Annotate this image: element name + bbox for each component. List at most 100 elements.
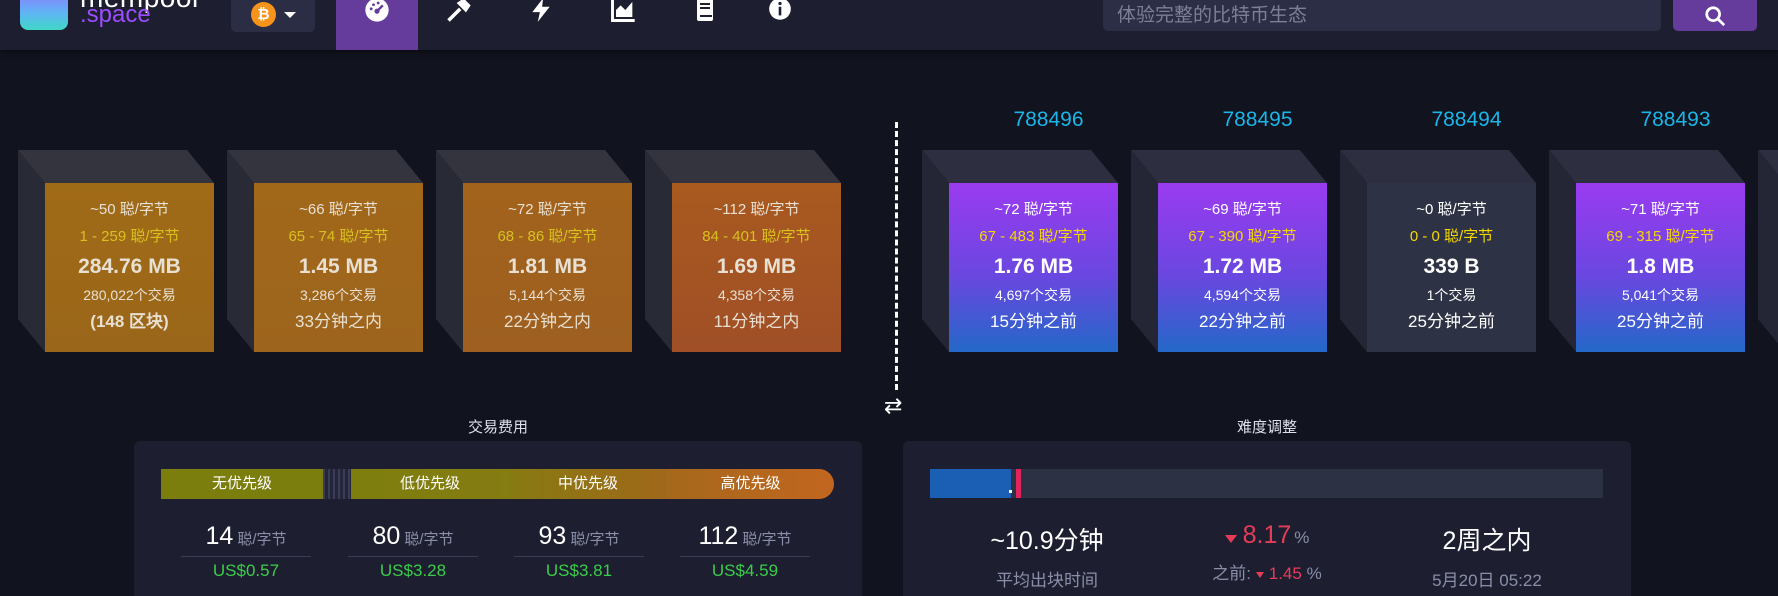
block-fee-range: 69 - 315 聪/字节 xyxy=(1606,228,1715,245)
block-tx-count: 1个交易 xyxy=(1426,287,1477,303)
block-tx-count: 5,041个交易 xyxy=(1621,287,1700,303)
block-size: 1.81 MB xyxy=(507,255,588,278)
block-height[interactable]: 788493 xyxy=(1591,108,1760,132)
fee-low-priority: 80 聪/字节 US$3.28 xyxy=(333,522,493,581)
difficulty-panel-title: 难度调整 xyxy=(1236,419,1297,436)
fee-usd: US$3.81 xyxy=(545,561,613,580)
block-size: 1.76 MB xyxy=(993,255,1074,278)
hammer-icon xyxy=(447,0,471,22)
search-input[interactable] xyxy=(1103,0,1661,31)
network-selector[interactable]: ₿ xyxy=(231,0,315,32)
block-eta: 33分钟之内 xyxy=(295,312,382,331)
mempool-block[interactable]: ~50 聪/字节 1 - 259 聪/字节 284.76 MB 280,022个… xyxy=(18,150,214,352)
fee-unit: 聪/字节 xyxy=(237,531,287,548)
previous-label: 之前: xyxy=(1212,564,1252,583)
block-fee-range: 67 - 483 聪/字节 xyxy=(979,228,1088,245)
block-age: 25分钟之前 xyxy=(1617,312,1704,331)
fee-high-priority: 112 聪/字节 US$4.59 xyxy=(665,522,825,581)
block-eta: (148 区块) xyxy=(90,312,169,331)
fee-unit: 聪/字节 xyxy=(570,531,620,548)
block-median-fee: ~50 聪/字节 xyxy=(90,201,169,218)
avg-block-time-label: 平均出块时间 xyxy=(996,571,1098,590)
previous-change-value: 1.45 xyxy=(1268,564,1302,583)
block-median-fee: ~112 聪/字节 xyxy=(713,201,800,218)
block-height[interactable]: 788496 xyxy=(964,108,1133,132)
chevron-down-icon xyxy=(284,12,296,18)
block-eta: 11分钟之内 xyxy=(713,312,800,331)
nav-docs[interactable] xyxy=(664,0,746,50)
mined-block[interactable]: ~71 聪/字节 69 - 315 聪/字节 1.8 MB 5,041个交易 2… xyxy=(1549,150,1745,352)
block-median-fee: ~71 聪/字节 xyxy=(1621,201,1700,218)
fee-usd: US$0.57 xyxy=(212,561,280,580)
difficulty-eta-value: 2周之内 xyxy=(1442,527,1532,555)
fee-medium-priority: 93 聪/字节 US$3.81 xyxy=(499,522,659,581)
down-arrow-icon xyxy=(1224,534,1237,543)
difficulty-change-value: 8.17 xyxy=(1242,521,1292,549)
info-icon xyxy=(769,0,791,20)
mempool-block[interactable]: ~66 聪/字节 65 - 74 聪/字节 1.45 MB 3,286个交易 3… xyxy=(227,150,423,352)
mempool-logo-icon[interactable] xyxy=(20,0,68,30)
block-median-fee: ~0 聪/字节 xyxy=(1416,201,1487,218)
fee-unit: 聪/字节 xyxy=(742,531,792,548)
block-median-fee: ~69 聪/字节 xyxy=(1203,201,1282,218)
mempool-block[interactable]: ~72 聪/字节 68 - 86 聪/字节 1.81 MB 5,144个交易 2… xyxy=(436,150,632,352)
difficulty-change: 8.17% 之前: 1.45 % xyxy=(1212,521,1322,583)
block-tx-count: 4,594个交易 xyxy=(1203,287,1282,303)
fees-panel-title: 交易费用 xyxy=(467,419,528,436)
block-size: 284.76 MB xyxy=(78,255,181,278)
block-median-fee: ~66 聪/字节 xyxy=(299,201,378,218)
nav-mining[interactable] xyxy=(418,0,500,50)
difficulty-progress-fill xyxy=(930,469,1011,498)
avg-block-time-value: ~10.9分钟 xyxy=(990,527,1104,555)
nav-lightning[interactable] xyxy=(500,0,582,50)
block-tx-count: 3,286个交易 xyxy=(299,287,378,303)
mined-block[interactable]: ~72 聪/字节 67 - 483 聪/字节 1.76 MB 4,697个交易 … xyxy=(922,150,1118,352)
nav-graphs[interactable] xyxy=(582,0,664,50)
block-height[interactable]: 788495 xyxy=(1173,108,1342,132)
high-priority-segment: 高优先级 xyxy=(667,469,834,499)
mempool-chain-divider xyxy=(895,122,898,390)
difficulty-progress-bar[interactable] xyxy=(930,469,1603,498)
mempool-block[interactable]: ~112 聪/字节 84 - 401 聪/字节 1.69 MB 4,358个交易… xyxy=(645,150,841,352)
block-size: 1.69 MB xyxy=(716,255,797,278)
difficulty-expected-marker xyxy=(1016,469,1021,498)
block-median-fee: ~72 聪/字节 xyxy=(508,201,587,218)
block-median-fee: ~72 聪/字节 xyxy=(994,201,1073,218)
mined-block[interactable]: ~69 聪/字节 67 - 390 聪/字节 1.72 MB 4,594个交易 … xyxy=(1131,150,1327,352)
difficulty-eta: 2周之内 5月20日 05:22 xyxy=(1377,521,1597,591)
block-fee-range: 65 - 74 聪/字节 xyxy=(288,228,389,245)
block-age: 15分钟之前 xyxy=(990,312,1077,331)
block-age: 22分钟之前 xyxy=(1199,312,1286,331)
down-arrow-icon xyxy=(1255,571,1264,578)
fees-panel: 无优先级 低优先级 中优先级 高优先级 14 聪/字节 US$0.57 80 聪/字… xyxy=(134,441,862,596)
block-age: 25分钟之前 xyxy=(1408,312,1495,331)
medium-priority-segment: 中优先级 xyxy=(509,469,667,499)
fee-no-priority: 14 聪/字节 US$0.57 xyxy=(166,522,326,581)
fee-usd: US$3.28 xyxy=(379,561,447,580)
fee-rate: 14 xyxy=(205,522,234,550)
fee-usd: US$4.59 xyxy=(711,561,779,580)
no-priority-segment: 无优先级 xyxy=(161,469,323,499)
fee-unit: 聪/字节 xyxy=(404,531,454,548)
nav-about[interactable] xyxy=(739,0,821,50)
block-size: 1.72 MB xyxy=(1202,255,1283,278)
graphs-icon xyxy=(611,0,635,22)
block-fee-range: 84 - 401 聪/字节 xyxy=(702,228,811,245)
block-tx-count: 4,358个交易 xyxy=(717,287,796,303)
mined-block[interactable]: ~0 聪/字节 0 - 0 聪/字节 339 B 1个交易 25分钟之前 xyxy=(1340,150,1536,352)
block-tx-count: 5,144个交易 xyxy=(508,287,587,303)
fee-rate: 80 xyxy=(372,522,401,550)
block-size: 1.45 MB xyxy=(298,255,379,278)
fee-rate: 112 xyxy=(698,522,739,550)
block-fee-range: 0 - 0 聪/字节 xyxy=(1409,228,1494,245)
block-size: 339 B xyxy=(1423,255,1480,278)
lightning-icon xyxy=(532,0,550,22)
nav-dashboard[interactable] xyxy=(336,0,418,50)
block-tx-count: 4,697个交易 xyxy=(994,287,1073,303)
dashboard-icon xyxy=(365,0,389,22)
search-button[interactable] xyxy=(1673,0,1757,31)
swap-arrows-icon[interactable]: ⇄ xyxy=(884,393,902,419)
logo-subtext[interactable]: .space xyxy=(80,2,151,28)
block-height[interactable]: 788494 xyxy=(1382,108,1551,132)
mined-block-partial[interactable] xyxy=(1758,150,1778,352)
